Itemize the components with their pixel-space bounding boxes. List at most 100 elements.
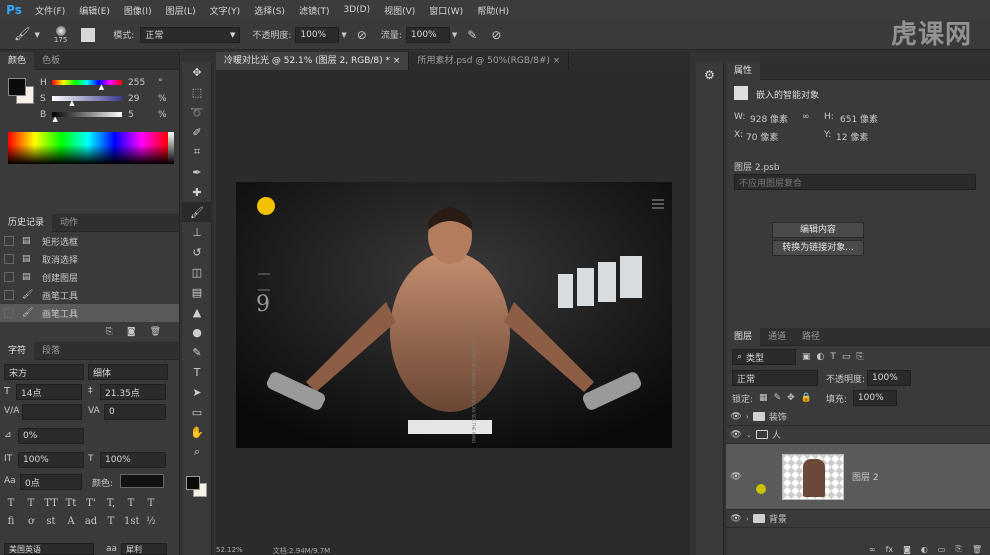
path-select-tool-icon[interactable]: ➤: [182, 382, 212, 402]
width-value[interactable]: 928 像素: [750, 112, 788, 125]
tab-channels[interactable]: 通道: [760, 328, 794, 346]
pressure-opacity-icon[interactable]: ⊘: [357, 28, 367, 42]
font-size-field[interactable]: 14点: [16, 384, 82, 400]
tab-swatches[interactable]: 色板: [34, 52, 68, 70]
blur-tool-icon[interactable]: ▲: [182, 302, 212, 322]
color-spectrum[interactable]: [8, 132, 168, 164]
crop-tool-icon[interactable]: ⌗: [182, 142, 212, 162]
horizontal-scale-field[interactable]: 100%: [100, 452, 166, 468]
type-style-button[interactable]: T,: [104, 498, 118, 509]
quick-select-tool-icon[interactable]: ✐: [182, 122, 212, 142]
eye-icon[interactable]: 👁: [726, 412, 746, 422]
eraser-tool-icon[interactable]: ◫: [182, 262, 212, 282]
slider-value[interactable]: 29: [128, 94, 139, 104]
y-value[interactable]: 12 像素: [836, 130, 868, 143]
spectrum-white-black[interactable]: [168, 132, 174, 164]
adjustment-icon[interactable]: ◐: [921, 545, 928, 554]
group-icon[interactable]: ▭: [938, 545, 946, 554]
layer-row[interactable]: 👁 ⌄ 人: [726, 426, 990, 444]
fx-icon[interactable]: fx: [886, 545, 894, 554]
trash-icon[interactable]: 🗑: [150, 327, 161, 337]
tab-actions[interactable]: 动作: [52, 214, 86, 232]
new-document-icon[interactable]: ⎘: [106, 327, 113, 337]
menu-image[interactable]: 图像(I): [117, 4, 159, 17]
filter-type-icon[interactable]: T: [830, 352, 836, 362]
pressure-size-icon[interactable]: ⊘: [491, 28, 501, 42]
marquee-tool-icon[interactable]: ⬚: [182, 82, 212, 102]
kerning-field[interactable]: [22, 404, 82, 420]
mode-select[interactable]: 正常 ▼: [140, 26, 241, 43]
filter-smart-icon[interactable]: ⎘: [856, 352, 863, 362]
chevron-right-icon[interactable]: ›: [746, 413, 749, 421]
history-item[interactable]: 🖌 画笔工具: [0, 304, 179, 322]
menu-filter[interactable]: 滤镜(T): [292, 4, 337, 17]
shape-tool-icon[interactable]: ▭: [182, 402, 212, 422]
filter-pixel-icon[interactable]: ▣: [802, 352, 811, 362]
type-style-button[interactable]: T': [84, 498, 98, 509]
history-brush-tool-icon[interactable]: ↺: [182, 242, 212, 262]
link-icon[interactable]: ∞: [869, 545, 876, 554]
chevron-right-icon[interactable]: ›: [746, 515, 749, 523]
lock-paint-icon[interactable]: ✎: [774, 393, 782, 403]
menu-edit[interactable]: 编辑(E): [72, 4, 117, 17]
menu-help[interactable]: 帮助(H): [470, 4, 516, 17]
opentype-button[interactable]: 1st: [124, 516, 140, 527]
type-style-button[interactable]: T: [144, 498, 158, 509]
edit-contents-button[interactable]: 编辑内容: [772, 222, 864, 238]
tab-character[interactable]: 字符: [0, 341, 35, 360]
close-icon[interactable]: ×: [393, 56, 401, 66]
lasso-tool-icon[interactable]: ➰: [182, 102, 212, 122]
brush-tool-icon[interactable]: 🖌: [182, 202, 212, 222]
brush-panel-icon[interactable]: [81, 27, 96, 42]
type-style-button[interactable]: T: [124, 498, 138, 509]
blend-mode-select[interactable]: 正常: [732, 370, 818, 386]
history-checkbox[interactable]: [4, 254, 14, 264]
eyedropper-tool-icon[interactable]: ✒: [182, 162, 212, 182]
slider-track[interactable]: [52, 80, 122, 85]
font-family-select[interactable]: 宋方: [4, 364, 84, 380]
app-logo[interactable]: Ps: [0, 3, 28, 17]
healing-tool-icon[interactable]: ✚: [182, 182, 212, 202]
airbrush-icon[interactable]: ✎: [467, 28, 477, 42]
slider-handle-icon[interactable]: ▲: [53, 115, 58, 123]
zoom-tool-icon[interactable]: ⌕: [182, 442, 212, 462]
dodge-tool-icon[interactable]: ●: [182, 322, 212, 342]
tab-paths[interactable]: 路径: [794, 328, 828, 346]
type-tool-icon[interactable]: T: [182, 362, 212, 382]
opentype-button[interactable]: A: [64, 516, 78, 527]
text-color-swatch[interactable]: [120, 474, 164, 488]
menu-view[interactable]: 视图(V): [377, 4, 422, 17]
trash-icon[interactable]: 🗑: [972, 545, 982, 554]
foreground-swatch[interactable]: [8, 78, 26, 96]
opentype-button[interactable]: st: [44, 516, 58, 527]
tab-paragraph[interactable]: 段落: [34, 342, 68, 360]
history-item[interactable]: ▤ 创建图层: [0, 268, 179, 286]
chevron-down-icon[interactable]: ▼: [452, 31, 457, 39]
type-style-button[interactable]: T: [4, 498, 18, 509]
link-icon[interactable]: ∞: [802, 112, 810, 122]
history-item[interactable]: 🖌 画笔工具: [0, 286, 179, 304]
opacity-field[interactable]: 100%: [295, 26, 340, 43]
opentype-button[interactable]: fi: [4, 516, 18, 527]
layer-opacity-field[interactable]: 100%: [867, 370, 912, 386]
flow-field[interactable]: 100%: [405, 26, 450, 43]
properties-dock-icon[interactable]: ⚙: [703, 68, 717, 82]
fg-bg-swatches[interactable]: [182, 468, 212, 508]
filter-adjust-icon[interactable]: ◐: [817, 352, 825, 362]
slider-value[interactable]: 5: [128, 110, 134, 120]
type-style-button[interactable]: T: [24, 498, 38, 509]
tab-document-active[interactable]: 冷暖对比光 @ 52.1% (图层 2, RGB/8) * ×: [216, 52, 410, 70]
chevron-down-icon[interactable]: ▼: [341, 31, 346, 39]
slider-track[interactable]: [52, 96, 122, 101]
slider-handle-icon[interactable]: ▲: [69, 99, 74, 107]
opentype-button[interactable]: T: [104, 516, 118, 527]
opentype-button[interactable]: ơ: [24, 516, 38, 527]
menu-type[interactable]: 文字(Y): [203, 4, 248, 17]
slider-track[interactable]: [52, 112, 122, 117]
layer-thumbnail[interactable]: [782, 453, 844, 500]
leading-field[interactable]: 21.35点: [100, 384, 166, 400]
history-checkbox[interactable]: [4, 308, 14, 318]
gradient-tool-icon[interactable]: ▤: [182, 282, 212, 302]
tab-document[interactable]: 所用素材.psd @ 50%(RGB/8#) ×: [409, 52, 570, 70]
mask-icon[interactable]: ◙: [903, 545, 911, 554]
